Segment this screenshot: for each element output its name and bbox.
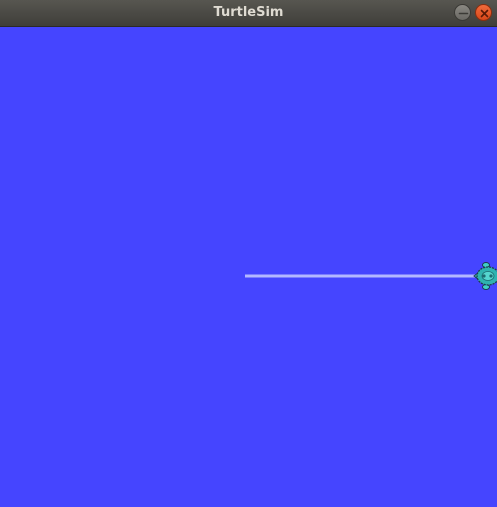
- turtle-shell-spot: [489, 274, 493, 278]
- window-title: TurtleSim: [213, 5, 284, 20]
- canvas-background: [0, 27, 497, 507]
- canvas-drawing: [0, 27, 497, 507]
- window-titlebar[interactable]: TurtleSim: [0, 0, 497, 27]
- turtle-canvas: [0, 27, 497, 507]
- turtlesim-window: TurtleSim: [0, 0, 497, 507]
- close-button[interactable]: [475, 4, 492, 21]
- turtle-flipper: [482, 262, 490, 268]
- minimize-button[interactable]: [454, 4, 471, 21]
- close-icon: [480, 9, 489, 18]
- turtle-shell-spot: [482, 274, 486, 278]
- minimize-icon: [458, 12, 469, 15]
